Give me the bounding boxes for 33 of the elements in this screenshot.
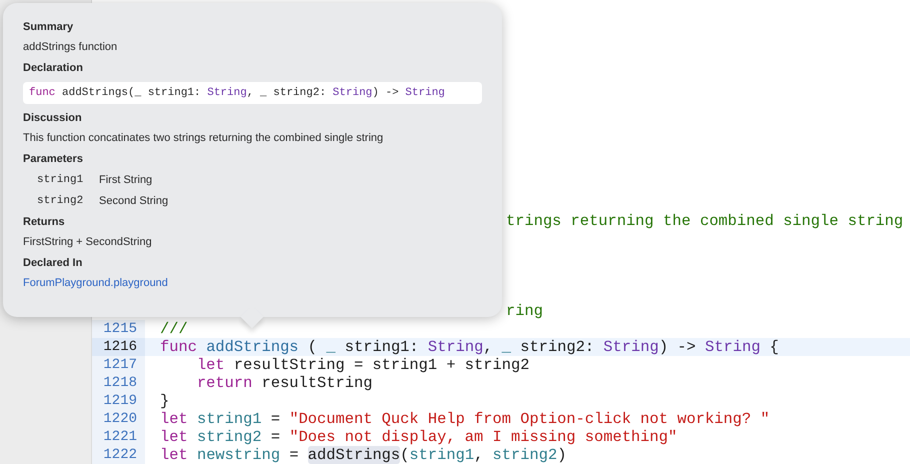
section-text: This function concatinates two strings returning the combined single string	[23, 131, 384, 145]
code-line: let string1 = "Document Quck Help from Option-click not working? "	[160, 410, 770, 428]
section-heading: Summary	[23, 20, 74, 34]
line-number: 1220	[92, 410, 145, 428]
code-line: let string2 = "Does not display, am I missing something"	[160, 428, 678, 446]
section-heading: Parameters	[23, 152, 84, 166]
section-heading: Declaration	[23, 61, 84, 75]
code-line: }	[160, 392, 170, 410]
code-line: let newstring = addStrings(string1, string2)	[160, 446, 566, 464]
code-line: trings returning the combined single string	[506, 212, 904, 230]
code-line: return resultString	[196, 374, 372, 392]
line-number: 1216	[92, 338, 145, 356]
parameter-description: First String	[99, 173, 152, 187]
code-line: let resultString = string1 + string2	[196, 356, 530, 374]
line-number: 1219	[92, 392, 145, 410]
code-line: func addStrings ( _ string1: String, _ string2: String) -> String {	[160, 338, 779, 356]
section-text: FirstString + SecondString	[23, 235, 153, 249]
line-number: 1222	[92, 446, 145, 464]
section-heading: Returns	[23, 215, 66, 229]
section-heading: Discussion	[23, 111, 83, 125]
section-text: addStrings function	[23, 40, 118, 54]
file-link[interactable]: ForumPlayground.playground	[23, 277, 168, 289]
line-number: 1218	[92, 374, 145, 392]
code-line: ///	[160, 320, 188, 338]
parameter-name: string2	[37, 194, 84, 208]
code-line: ring	[506, 302, 543, 320]
line-number: 1215	[92, 320, 145, 338]
line-number: 1217	[92, 356, 145, 374]
section-heading: Declared In	[23, 256, 84, 270]
parameter-name: string1	[37, 173, 84, 187]
line-number: 1221	[92, 428, 145, 446]
declaration-code: func addStrings(_ string1: String, _ string2: String) -> String	[23, 82, 482, 104]
parameter-description: Second String	[99, 194, 168, 208]
